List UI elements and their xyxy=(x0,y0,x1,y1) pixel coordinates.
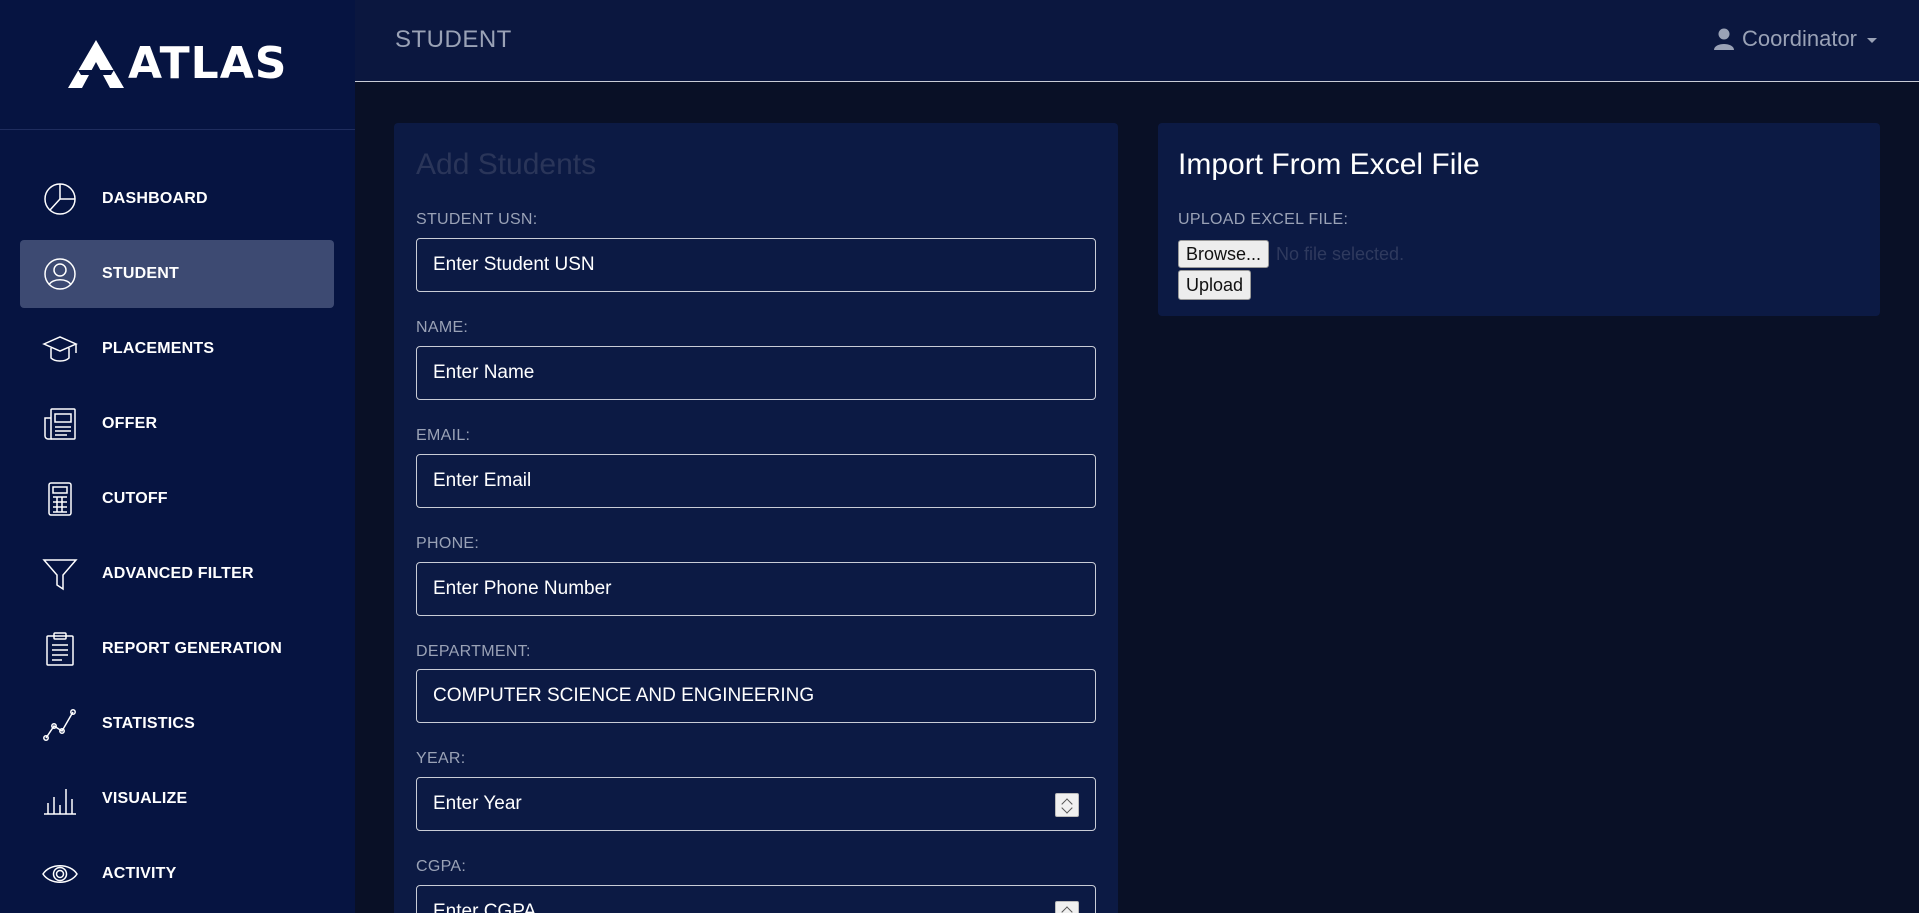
user-name: Coordinator xyxy=(1742,26,1857,51)
year-input[interactable] xyxy=(417,778,1095,830)
department-label: DEPARTMENT: xyxy=(416,643,531,660)
top-header: STUDENT Coordinator xyxy=(355,0,1919,82)
sidebar-item-label: DASHBOARD xyxy=(102,190,208,207)
sidebar-item-label: OFFER xyxy=(102,415,158,432)
usn-input[interactable] xyxy=(417,239,1095,291)
user-icon xyxy=(1714,28,1735,50)
year-label: YEAR: xyxy=(416,750,466,767)
add-students-title: Add Students xyxy=(416,148,597,181)
calculator-icon xyxy=(42,481,78,517)
name-label: NAME: xyxy=(416,319,469,336)
line-chart-icon xyxy=(42,706,78,742)
logo[interactable]: ATLAS xyxy=(0,0,355,130)
sidebar-item-report-generation[interactable]: REPORT GENERATION xyxy=(20,615,334,683)
sidebar-item-label: STUDENT xyxy=(102,265,179,282)
department-input[interactable] xyxy=(417,670,1095,722)
sidebar-item-label: CUTOFF xyxy=(102,490,168,507)
email-input[interactable] xyxy=(417,455,1095,507)
logo-text: ATLAS xyxy=(128,38,288,89)
sidebar-item-activity[interactable]: ACTIVITY xyxy=(20,840,334,908)
sidebar-item-label: STATISTICS xyxy=(102,715,195,732)
add-students-card: Add Students STUDENT USN: NAME: EMAIL: P… xyxy=(394,123,1118,913)
sidebar-item-label: ACTIVITY xyxy=(102,865,177,882)
import-excel-card: Import From Excel File UPLOAD EXCEL FILE… xyxy=(1158,123,1880,316)
sidebar-item-statistics[interactable]: STATISTICS xyxy=(20,690,334,758)
no-file-status: No file selected. xyxy=(1276,244,1405,264)
upload-excel-label: UPLOAD EXCEL FILE: xyxy=(1178,211,1349,228)
department-field xyxy=(416,669,1096,723)
sidebar-item-student[interactable]: STUDENT xyxy=(20,240,334,308)
page-title: STUDENT xyxy=(395,26,512,53)
cgpa-field xyxy=(416,885,1096,913)
email-label: EMAIL: xyxy=(416,427,471,444)
cgpa-input[interactable] xyxy=(417,886,1095,913)
clipboard-icon xyxy=(42,631,78,667)
usn-field xyxy=(416,238,1096,292)
sidebar-item-label: VISUALIZE xyxy=(102,790,188,807)
sidebar-item-placements[interactable]: PLACEMENTS xyxy=(20,315,334,383)
sidebar-item-label: REPORT GENERATION xyxy=(102,640,283,657)
sidebar-item-offer[interactable]: OFFER xyxy=(20,390,334,458)
sidebar-item-cutoff[interactable]: CUTOFF xyxy=(20,465,334,533)
import-title: Import From Excel File xyxy=(1178,148,1480,181)
phone-input[interactable] xyxy=(417,563,1095,615)
name-input[interactable] xyxy=(417,347,1095,399)
browse-button[interactable]: Browse... xyxy=(1178,240,1270,268)
sidebar-item-label: ADVANCED FILTER xyxy=(102,565,254,582)
cgpa-label: CGPA: xyxy=(416,858,467,875)
atlas-logo-icon xyxy=(68,40,124,88)
user-circle-icon xyxy=(42,256,78,292)
user-menu-dropdown[interactable]: Coordinator xyxy=(1714,26,1877,52)
phone-field xyxy=(416,562,1096,616)
graduation-cap-icon xyxy=(42,331,78,367)
eye-icon xyxy=(42,856,78,892)
caret-down-icon xyxy=(1867,38,1877,43)
cgpa-spinner[interactable] xyxy=(1055,901,1079,913)
sidebar: ATLAS DASHBOARD STUDENT PLACEMENTS OFFER xyxy=(0,0,355,913)
year-spinner[interactable] xyxy=(1055,793,1079,817)
usn-label: STUDENT USN: xyxy=(416,211,538,228)
year-field xyxy=(416,777,1096,831)
pie-chart-icon xyxy=(42,181,78,217)
sidebar-item-visualize[interactable]: VISUALIZE xyxy=(20,765,334,833)
name-field xyxy=(416,346,1096,400)
upload-button[interactable]: Upload xyxy=(1178,270,1252,300)
filter-icon xyxy=(42,556,78,592)
phone-label: PHONE: xyxy=(416,535,480,552)
sidebar-item-label: PLACEMENTS xyxy=(102,340,215,357)
email-field xyxy=(416,454,1096,508)
sidebar-item-dashboard[interactable]: DASHBOARD xyxy=(20,165,334,233)
bar-chart-icon xyxy=(42,781,78,817)
newspaper-icon xyxy=(42,406,78,442)
sidebar-item-advanced-filter[interactable]: ADVANCED FILTER xyxy=(20,540,334,608)
